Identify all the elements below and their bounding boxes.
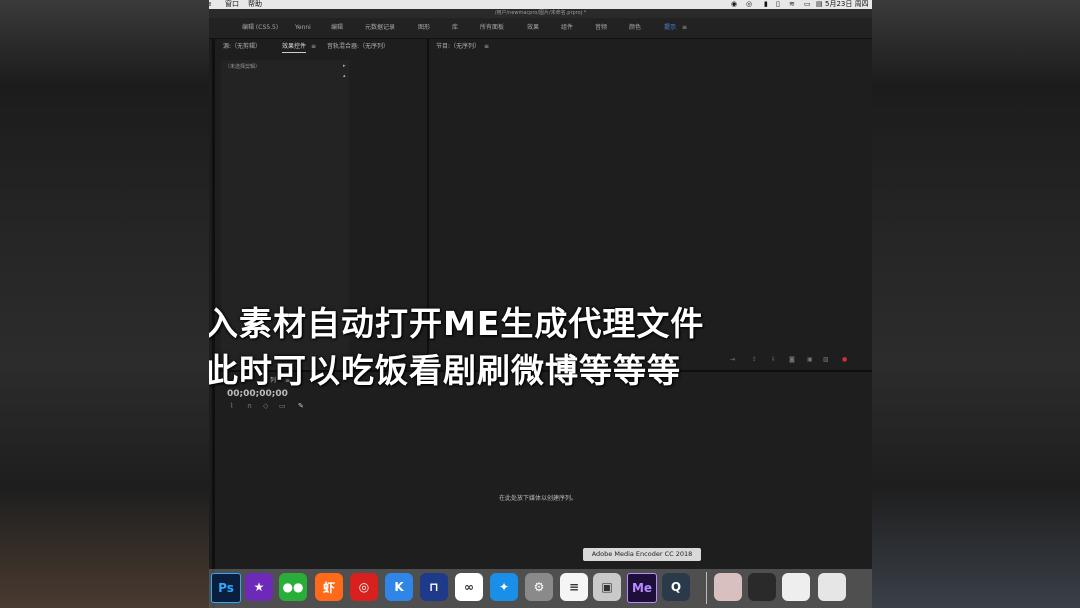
dock-separator (706, 572, 707, 604)
workspace-tab[interactable]: 效果 (527, 18, 539, 38)
scroll-up-arrow-icon[interactable]: ▴ (343, 73, 346, 79)
macos-menubar: ≡ 窗口 帮助 ◉ ◎ ▮ ▯ ≋ ▭ ▤ 5月23日 周四 (209, 0, 872, 9)
menu-help[interactable]: 帮助 (248, 0, 262, 9)
tab-audio-track-mixer[interactable]: 音轨混合器:（无序列） (327, 42, 389, 52)
imovie-star-icon[interactable]: ★ (245, 573, 273, 601)
workspace-tab[interactable]: 组件 (561, 18, 573, 38)
photo-thumbnail-icon[interactable] (714, 573, 742, 601)
workspace-tab[interactable]: 所有面板 (480, 18, 504, 38)
dock-tooltip: Adobe Media Encoder CC 2018 (583, 548, 701, 561)
no-clip-label: （未选择剪辑） (225, 64, 261, 70)
workspace-tab[interactable]: 库 (452, 18, 458, 38)
baidu-netdisk-icon[interactable]: ∞ (455, 573, 483, 601)
workspace-bar: 编辑 (CS5.5) Yenni 编辑 元数据记录 图形 库 所有面板 效果 组… (209, 18, 872, 39)
wifi-icon[interactable]: ≋ (789, 0, 795, 9)
add-marker-icon[interactable]: ◇ (263, 402, 268, 410)
photoshop-icon[interactable]: Ps (211, 573, 241, 603)
workspace-tab[interactable]: Yenni (295, 18, 311, 38)
blurred-background-right (872, 0, 1080, 608)
workspace-tab[interactable]: 颜色 (629, 18, 641, 38)
panel-menu-icon[interactable]: ≡ (484, 42, 489, 52)
expand-arrow-icon[interactable]: ▸ (343, 63, 346, 69)
compare-icon[interactable]: ▣ (807, 356, 813, 363)
preview-icon[interactable]: ▣ (593, 573, 621, 601)
document-thumbnail-icon[interactable] (782, 573, 810, 601)
snap-icon[interactable]: ⌇ (230, 402, 233, 410)
wechat-icon[interactable]: ●● (279, 573, 307, 601)
media-encoder-icon[interactable]: Me (627, 573, 657, 603)
workspace-tab[interactable]: 编辑 (331, 18, 343, 38)
record-icon[interactable]: ● (842, 356, 847, 363)
trash-icon[interactable] (818, 573, 846, 601)
menu-fragment[interactable]: ≡ (209, 0, 212, 9)
tab-program[interactable]: 节目:（无序列） (436, 42, 480, 52)
system-preferences-icon[interactable]: ⚙ (525, 573, 553, 601)
panel-menu-icon[interactable]: ≡ (311, 42, 316, 52)
workspace-tab[interactable]: 音频 (595, 18, 607, 38)
phone-icon[interactable]: ▯ (776, 0, 780, 9)
blurred-background-left (0, 0, 209, 608)
safari-icon[interactable]: ✦ (490, 573, 518, 601)
timeline-empty-hint: 在此处放下媒体以创建序列。 (499, 495, 578, 502)
screenshot-thumbnail-icon[interactable] (748, 573, 776, 601)
workspace-menu-icon[interactable]: ≡ (682, 18, 687, 38)
eye-icon[interactable]: ◎ (746, 0, 752, 9)
tab-source[interactable]: 源:（无剪辑） (223, 42, 261, 52)
subtitle-line-1: 入素材自动打开ME生成代理文件 (209, 304, 705, 343)
notes-icon[interactable]: ≡ (560, 573, 588, 601)
quicktime-icon[interactable]: Q (662, 573, 690, 601)
captions-icon[interactable]: ▭ (279, 402, 286, 410)
clock-date[interactable]: 5月23日 周四 (825, 0, 869, 9)
screen-record-icon[interactable]: ◉ (731, 0, 737, 9)
link-icon[interactable]: ∩ (247, 402, 252, 410)
airplay-icon[interactable]: ▭ (804, 0, 811, 9)
camera-icon[interactable]: ◙ (789, 356, 795, 363)
workspace-tab[interactable]: 元数据记录 (365, 18, 395, 38)
input-method-icon[interactable]: ▤ (816, 0, 823, 9)
xiami-icon[interactable]: 虾 (315, 573, 343, 601)
netease-music-icon[interactable]: ◎ (350, 573, 378, 601)
workspace-tab[interactable]: 图形 (418, 18, 430, 38)
menu-window[interactable]: 窗口 (225, 0, 239, 9)
window-title: /用户/newmacpro/图片/未命名.prproj * (209, 9, 872, 18)
subtitle-line-2: 此时可以吃饭看剧刷微博等等等 (209, 351, 681, 390)
extract-icon[interactable]: ⇩ (771, 356, 776, 363)
wrench-icon[interactable]: ✎ (298, 402, 304, 410)
kuwo-icon[interactable]: K (385, 573, 413, 601)
screen: ≡ 窗口 帮助 ◉ ◎ ▮ ▯ ≋ ▭ ▤ 5月23日 周四 /用户/newma… (209, 0, 872, 608)
tab-effect-controls[interactable]: 效果控件 (282, 42, 307, 53)
timeline-panel: 列 ≡ (215, 372, 872, 569)
workspace-tab-active[interactable]: 提示 (664, 18, 676, 38)
keynote-icon[interactable]: ⊓ (420, 573, 448, 601)
workspace-tab[interactable]: 编辑 (CS5.5) (242, 18, 278, 38)
marker-icon[interactable]: ⇥ (730, 356, 735, 363)
battery-icon[interactable]: ▮ (764, 0, 768, 9)
lift-icon[interactable]: ⇪ (752, 356, 757, 363)
vr-icon[interactable]: ▨ (823, 356, 829, 363)
